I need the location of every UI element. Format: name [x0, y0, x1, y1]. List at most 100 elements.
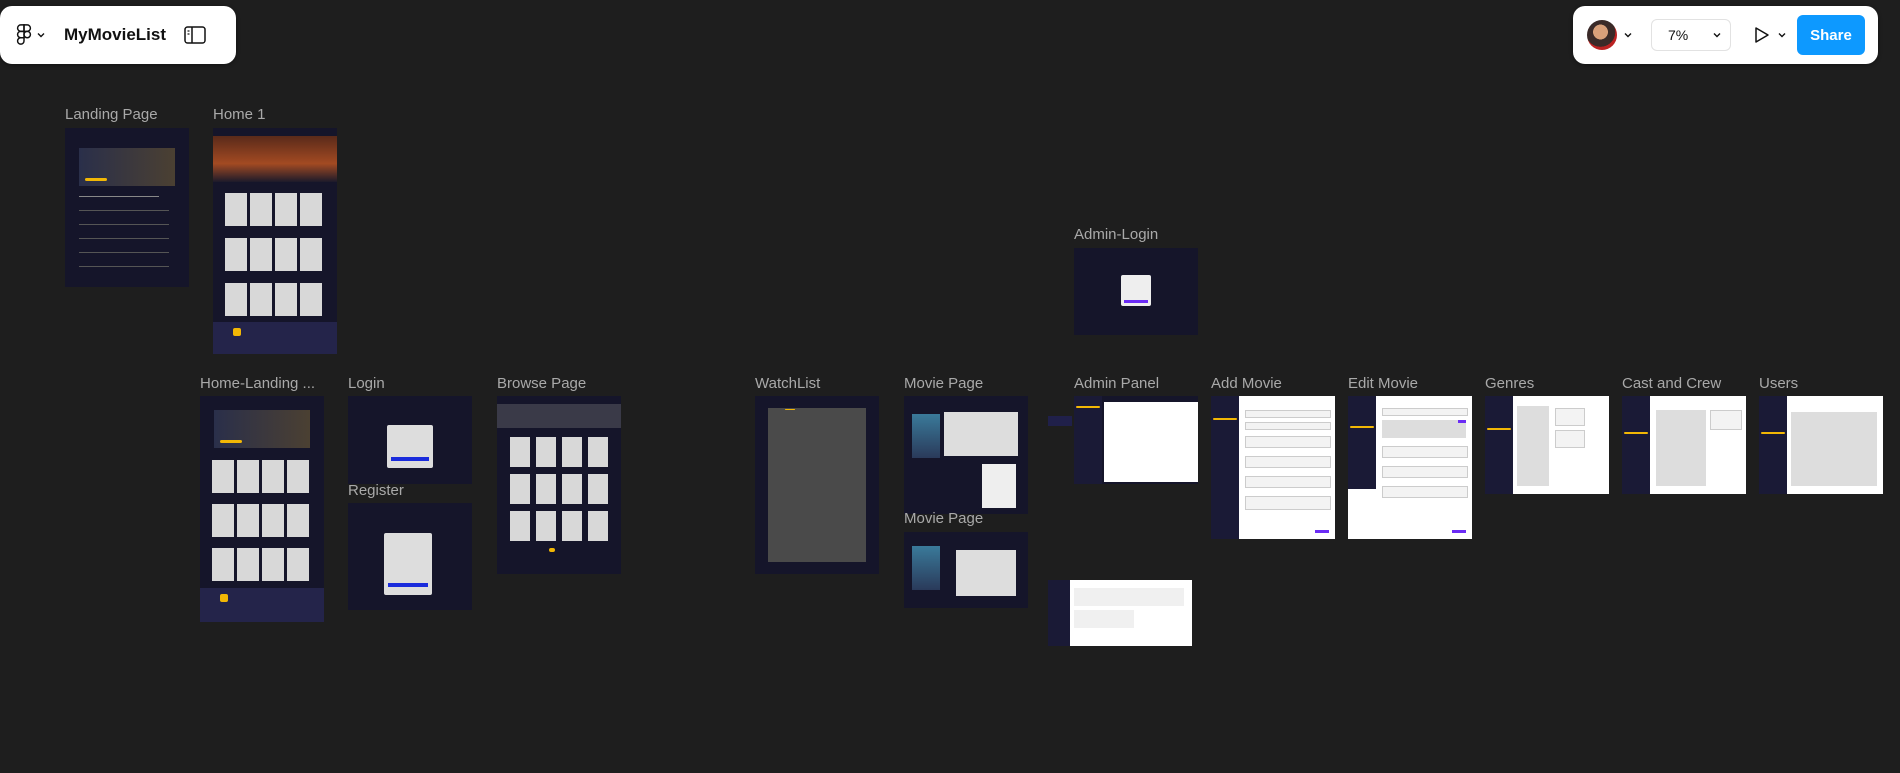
frame-label-edit-movie[interactable]: Edit Movie [1348, 375, 1418, 392]
movie-card [287, 504, 309, 537]
footer-logo [233, 328, 241, 336]
movie-card [536, 511, 556, 541]
select-button [1458, 420, 1466, 423]
text-line [79, 238, 169, 239]
movie-card [212, 548, 234, 581]
frame-label-register[interactable]: Register [348, 482, 404, 499]
watchlist-table [768, 408, 866, 562]
frame-home-1[interactable] [213, 128, 337, 354]
frame-admin-dashboard[interactable] [1048, 580, 1192, 646]
user-avatar[interactable] [1587, 20, 1617, 50]
sidebar-active-item [1076, 406, 1100, 408]
frame-browse-page[interactable] [497, 396, 621, 574]
movie-card [275, 238, 297, 271]
movie-card [562, 474, 582, 504]
hero-banner [213, 136, 337, 182]
frame-genres[interactable] [1485, 396, 1609, 494]
main-menu-button[interactable] [16, 24, 46, 46]
dashboard-area [1104, 402, 1198, 482]
sidebar-active-item [1487, 428, 1511, 430]
frame-landing-page[interactable] [65, 128, 189, 287]
review-form [956, 550, 1016, 596]
frame-admin-panel[interactable] [1074, 396, 1198, 484]
frame-label-home-1[interactable]: Home 1 [213, 106, 266, 123]
movie-card [562, 511, 582, 541]
frame-label-login[interactable]: Login [348, 375, 385, 392]
movie-card [275, 283, 297, 316]
movie-card [275, 193, 297, 226]
chevron-down-icon [1713, 33, 1721, 38]
zoom-value: 7% [1668, 27, 1689, 43]
frame-label-admin-login[interactable]: Admin-Login [1074, 226, 1158, 243]
present-options-button[interactable] [1777, 30, 1787, 40]
stats-row [1074, 588, 1184, 606]
add-cast-box [1710, 410, 1742, 430]
login-button [391, 457, 429, 461]
frame-watchlist[interactable] [755, 396, 879, 574]
frame-label-cast-and-crew[interactable]: Cast and Crew [1622, 375, 1721, 392]
avatar-menu-button[interactable] [1623, 30, 1633, 40]
movie-card [510, 474, 530, 504]
movie-card [287, 548, 309, 581]
frame-label-add-movie[interactable]: Add Movie [1211, 375, 1282, 392]
form-field [1382, 408, 1468, 416]
movie-card [300, 283, 322, 316]
zoom-dropdown[interactable]: 7% [1651, 19, 1731, 51]
movie-card [287, 460, 309, 493]
footer [213, 322, 337, 354]
admin-sidebar [1048, 580, 1070, 646]
frame-users[interactable] [1759, 396, 1883, 494]
movie-card [250, 238, 272, 271]
admin-sidebar [1622, 396, 1650, 494]
movie-card [262, 548, 284, 581]
movie-card [562, 437, 582, 467]
movie-card [225, 193, 247, 226]
form-field [1245, 476, 1331, 488]
movie-card [237, 548, 259, 581]
movie-card [300, 238, 322, 271]
sidebar-active-item [1624, 432, 1648, 434]
frame-home-landing[interactable] [200, 396, 324, 622]
sidebar-toggle-button[interactable] [184, 26, 206, 44]
frame-label-movie-page-2[interactable]: Movie Page [904, 510, 983, 527]
frame-login[interactable] [348, 396, 472, 484]
text-line [79, 266, 169, 267]
movie-card [225, 283, 247, 316]
frame-admin-login[interactable] [1074, 248, 1198, 335]
form-field [1382, 466, 1468, 478]
share-button[interactable]: Share [1797, 15, 1865, 55]
frame-movie-page-2[interactable] [904, 532, 1028, 608]
present-button[interactable] [1751, 25, 1771, 45]
add-genre-box [1555, 408, 1585, 426]
admin-sidebar [1074, 396, 1102, 484]
frame-label-browse-page[interactable]: Browse Page [497, 375, 586, 392]
form-field [1245, 410, 1331, 418]
frame-label-landing-page[interactable]: Landing Page [65, 106, 158, 123]
movie-selector [1382, 420, 1466, 438]
frame-add-movie[interactable] [1211, 396, 1335, 539]
frame-label-genres[interactable]: Genres [1485, 375, 1534, 392]
project-title[interactable]: MyMovieList [64, 25, 166, 45]
frame-cast-and-crew[interactable] [1622, 396, 1746, 494]
frame-register[interactable] [348, 503, 472, 610]
text-line [79, 210, 169, 211]
collaboration-toolbar: 7% Share [1573, 6, 1878, 64]
sidebar-active-item [1213, 418, 1237, 420]
admin-sidebar [1348, 396, 1376, 489]
cta-button [85, 178, 107, 181]
movie-card [212, 460, 234, 493]
movie-card [588, 474, 608, 504]
admin-menu-popover[interactable] [1048, 416, 1072, 426]
stats-box [1074, 610, 1134, 628]
frame-label-home-landing[interactable]: Home-Landing ... [200, 375, 315, 392]
text-line [79, 252, 169, 253]
frame-label-movie-page-1[interactable]: Movie Page [904, 375, 983, 392]
frame-label-watchlist[interactable]: WatchList [755, 375, 820, 392]
frame-edit-movie[interactable] [1348, 396, 1472, 539]
frame-label-users[interactable]: Users [1759, 375, 1798, 392]
figma-logo-icon [16, 24, 32, 45]
movie-poster [912, 414, 940, 458]
frame-label-admin-panel[interactable]: Admin Panel [1074, 375, 1159, 392]
frame-movie-page-1[interactable] [904, 396, 1028, 514]
login-button [1124, 300, 1148, 303]
